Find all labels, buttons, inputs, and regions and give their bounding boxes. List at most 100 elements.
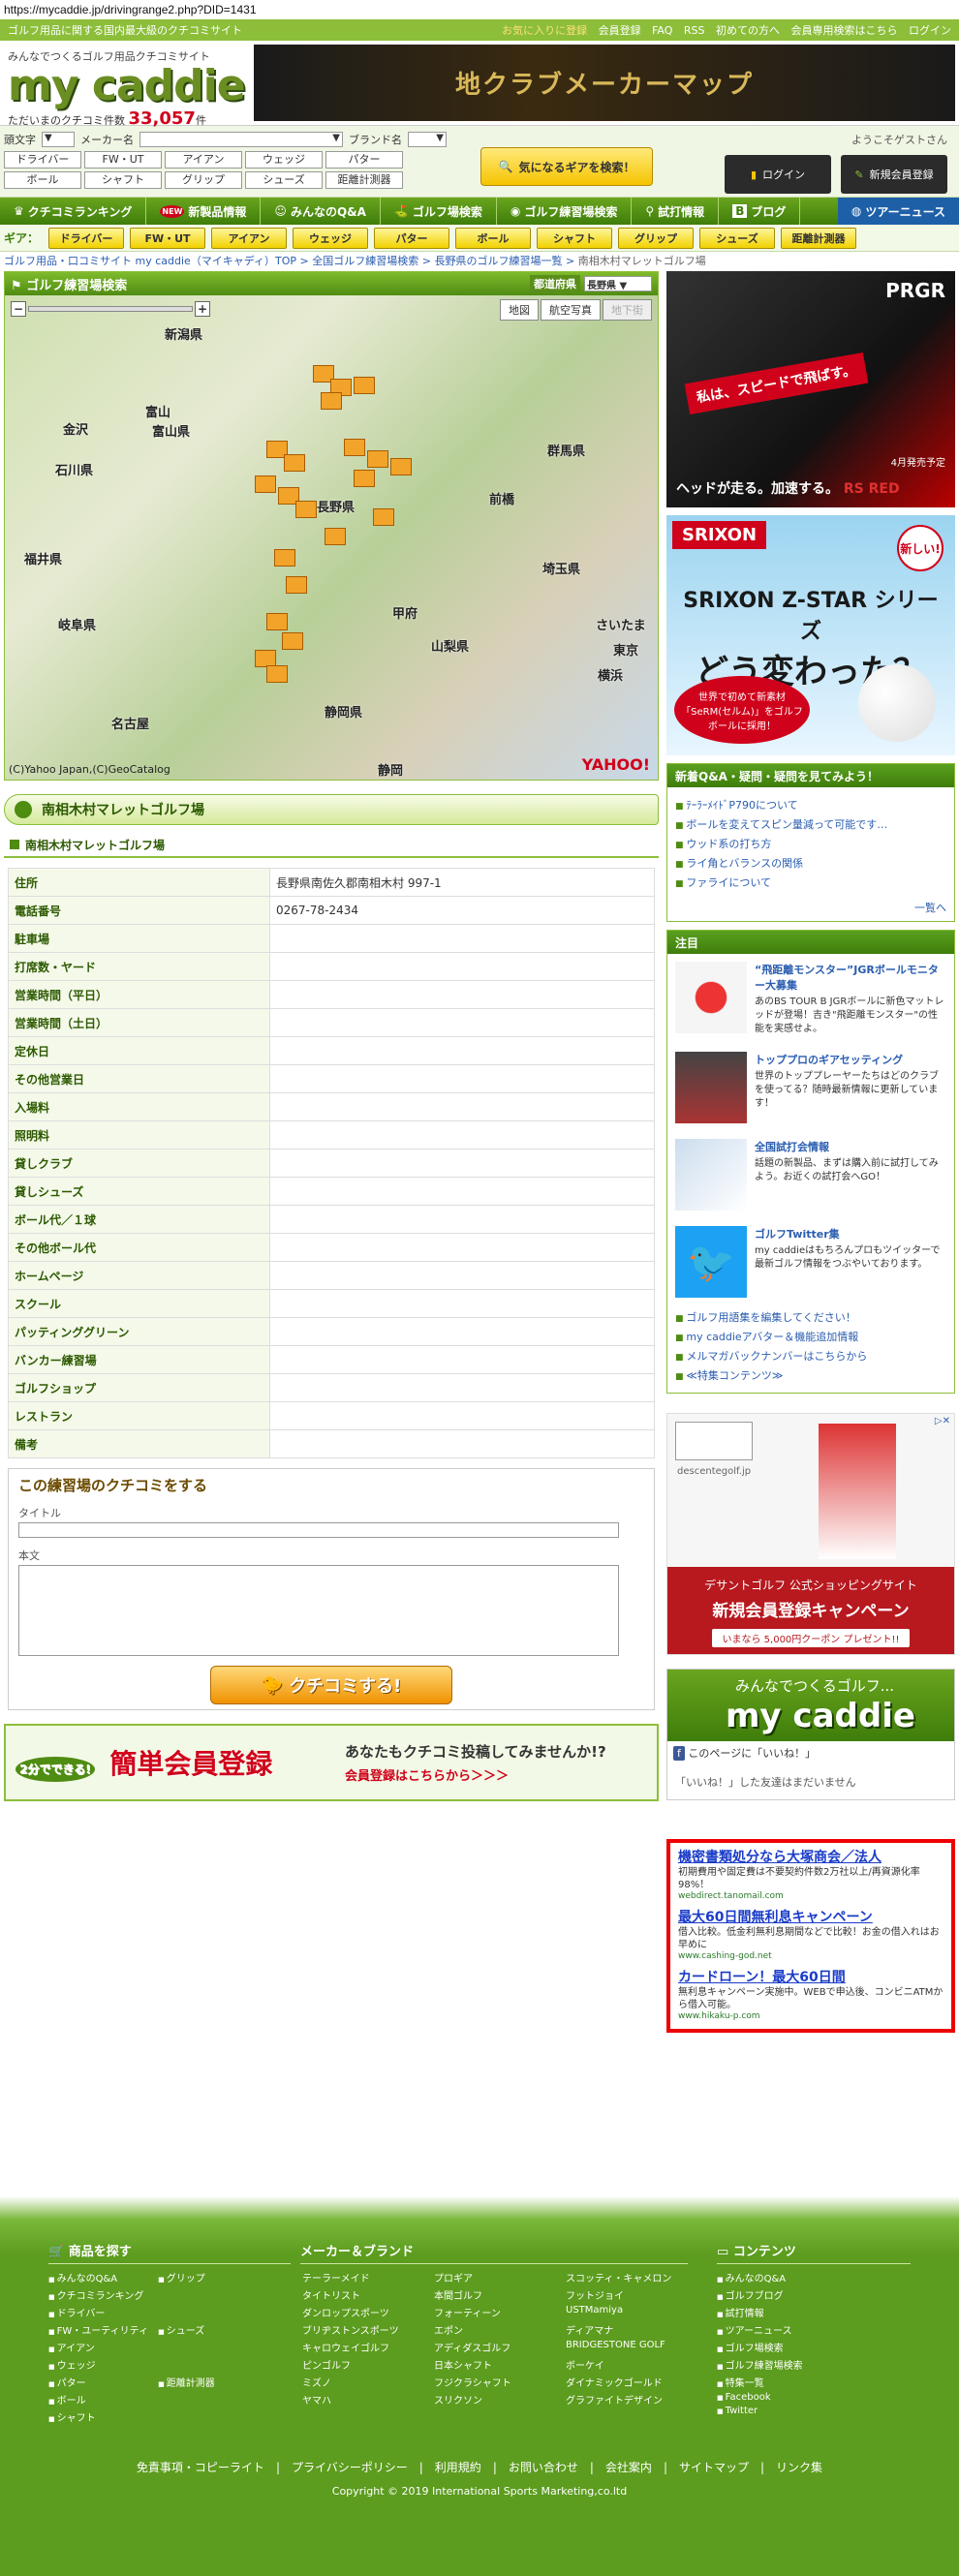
range-pin[interactable]: [354, 377, 375, 394]
qa-item[interactable]: ファライについて: [675, 874, 946, 890]
easy-register-banner[interactable]: 2分でできる! 簡単会員登録 あなたもクチコミ投稿してみませんか!? 会員登録は…: [4, 1724, 659, 1801]
footer-link[interactable]: Twitter: [717, 2406, 911, 2416]
footer-brand-link[interactable]: 本間ゴルフ: [432, 2287, 556, 2302]
text-ad[interactable]: 機密書類処分なら大塚商会／法人 初期費用や固定費は不要契約件数2万社以上/再資源化…: [678, 1847, 944, 1901]
search-ball[interactable]: ボール: [4, 171, 81, 189]
nav-new-products[interactable]: NEW 新製品情報: [146, 198, 262, 225]
nav-ranking[interactable]: ♛ クチコミランキング: [0, 198, 147, 225]
ad-choices-icon[interactable]: ▷✕: [935, 1416, 950, 1426]
footer-link[interactable]: Facebook: [717, 2392, 911, 2403]
member-search-link[interactable]: 会員専用検索はこちら: [791, 24, 898, 37]
nav-course-search[interactable]: ⛳ ゴルフ場検索: [381, 198, 497, 225]
gear-ball[interactable]: ボール: [455, 227, 532, 249]
footer-brand-link[interactable]: ダイナミックゴールド: [564, 2375, 688, 2389]
footer-link[interactable]: ゴルフ場検索: [717, 2340, 911, 2354]
footer-link[interactable]: FW・ユーティリティ: [48, 2322, 148, 2337]
nav-qa[interactable]: ☺ みんなのQ&A: [261, 198, 381, 225]
range-pin[interactable]: [321, 392, 342, 410]
map-canvas[interactable]: − + 地図 航空写真 地下街 新潟県 富山 富山県 金沢 石川県 長野県 前橋…: [5, 295, 658, 780]
range-pin[interactable]: [266, 613, 288, 630]
footer-link[interactable]: ウェッジ: [48, 2357, 148, 2372]
footer-link[interactable]: 試打情報: [717, 2305, 911, 2319]
footer-link[interactable]: ゴルフブログ: [717, 2287, 911, 2302]
coupon-button[interactable]: いまなら 5,000円クーポン プレゼント!!: [712, 1629, 910, 1647]
footer-link[interactable]: ゴルフ練習場検索: [717, 2357, 911, 2372]
footer-link[interactable]: みんなのQ&A: [717, 2270, 911, 2285]
footer-brand-link[interactable]: フットジョイ: [564, 2287, 688, 2302]
qa-item[interactable]: ﾃｰﾗｰﾒｲﾄﾞP790について: [675, 797, 946, 813]
range-pin[interactable]: [255, 475, 276, 493]
srixon-ad[interactable]: SRIXON 新しい! SRIXON Z-STAR シリーズ どう変わった？ 世…: [666, 515, 955, 755]
footer-link[interactable]: パター: [48, 2375, 148, 2389]
footer-brand-link[interactable]: テーラーメイド: [300, 2270, 424, 2285]
footer-link[interactable]: ボール: [48, 2392, 148, 2407]
qa-item[interactable]: ライ角とバランスの関係: [675, 855, 946, 871]
footer-brand-link[interactable]: スコッティ・キャメロン: [564, 2270, 688, 2285]
gear-fw-ut[interactable]: FW・UT: [130, 227, 206, 249]
footer-brand-link[interactable]: エポン: [432, 2322, 556, 2337]
gear-grip[interactable]: グリップ: [618, 227, 695, 249]
prgr-ad[interactable]: PRGR 私は、スピードで飛ばす。 4月発売予定 ヘッドが走る。加速する。 RS…: [666, 271, 955, 507]
gear-iron[interactable]: アイアン: [211, 227, 288, 249]
review-submit-button[interactable]: 🐤 クチコミする!: [210, 1666, 452, 1704]
nav-trial[interactable]: ⚲ 試打情報: [632, 198, 720, 225]
zoom-slider[interactable]: [28, 306, 193, 312]
nav-blog[interactable]: B ブログ: [719, 198, 801, 225]
first-time-link[interactable]: 初めての方へ: [716, 24, 780, 37]
gear-shoes[interactable]: シューズ: [699, 227, 776, 249]
footer-link[interactable]: シャフト: [48, 2409, 148, 2424]
footer-brand-link[interactable]: アディダスゴルフ: [432, 2340, 556, 2354]
gear-wedge[interactable]: ウェッジ: [293, 227, 369, 249]
footer-brand-link[interactable]: ダンロップスポーツ: [300, 2305, 424, 2319]
rss-link[interactable]: RSS: [684, 24, 705, 37]
range-pin[interactable]: [286, 576, 307, 594]
footer-brand-link[interactable]: USTMamiya: [564, 2305, 688, 2319]
footer-link[interactable]: みんなのQ&A: [48, 2270, 148, 2285]
notice-item[interactable]: トッププロのギアセッティング 世界のトッププレーヤーたちはどのクラブを使ってる？随…: [667, 1044, 954, 1131]
search-driver[interactable]: ドライバー: [4, 151, 81, 169]
notice-link[interactable]: ≪特集コンテンツ≫: [675, 1367, 946, 1383]
nav-range-search[interactable]: ◉ ゴルフ練習場検索: [497, 198, 633, 225]
search-iron[interactable]: アイアン: [165, 151, 242, 169]
range-pin[interactable]: [295, 501, 317, 518]
range-pin[interactable]: [390, 458, 412, 475]
footer-brand-link[interactable]: フジクラシャフト: [432, 2375, 556, 2389]
footer-bottom-link[interactable]: リンク集: [776, 2461, 822, 2474]
zoom-out-button[interactable]: −: [11, 301, 26, 317]
qa-item[interactable]: ボールを変えてスピン量減って可能です…: [675, 816, 946, 832]
search-grip[interactable]: グリップ: [165, 171, 242, 189]
footer-brand-link[interactable]: ピンゴルフ: [300, 2357, 424, 2372]
search-fw-ut[interactable]: FW・UT: [84, 151, 162, 169]
notice-link[interactable]: メルマガバックナンバーはこちらから: [675, 1348, 946, 1364]
range-pin[interactable]: [274, 549, 295, 567]
footer-brand-link[interactable]: ミズノ: [300, 2375, 424, 2389]
pref-select[interactable]: 長野県 ▼: [584, 276, 652, 291]
zoom-in-button[interactable]: +: [195, 301, 210, 317]
footer-link[interactable]: アイアン: [48, 2340, 148, 2354]
range-pin[interactable]: [354, 470, 375, 487]
footer-brand-link[interactable]: スリクソン: [432, 2392, 556, 2407]
footer-brand-link[interactable]: プロギア: [432, 2270, 556, 2285]
footer-link[interactable]: ドライバー: [48, 2305, 148, 2319]
gear-rangefinder[interactable]: 距離計測器: [781, 227, 857, 249]
initial-select[interactable]: ▼: [42, 132, 75, 147]
footer-brand-link[interactable]: タイトリスト: [300, 2287, 424, 2302]
nav-tour-news[interactable]: ◍ ツアーニュース: [837, 198, 959, 225]
brand-select[interactable]: ▼: [408, 132, 447, 147]
footer-brand-link[interactable]: ボーケイ: [564, 2357, 688, 2372]
crumb-pref-list[interactable]: 長野県のゴルフ練習場一覧: [434, 255, 562, 267]
footer-brand-link[interactable]: BRIDGESTONE GOLF: [564, 2340, 688, 2354]
maker-map-banner[interactable]: 地クラブメーカーマップ: [254, 45, 955, 121]
footer-bottom-link[interactable]: サイトマップ: [679, 2461, 749, 2474]
gear-putter[interactable]: パター: [374, 227, 450, 249]
notice-item[interactable]: “飛距離モンスター”JGRボールモニター大募集 あのBS TOUR B JGRボー…: [667, 954, 954, 1044]
footer-brand-link[interactable]: ヤマハ: [300, 2392, 424, 2407]
range-pin[interactable]: [266, 665, 288, 683]
footer-brand-link[interactable]: フォーティーン: [432, 2305, 556, 2319]
search-putter[interactable]: パター: [325, 151, 403, 169]
url-bar[interactable]: https://mycaddie.jp/drivingrange2.php?DI…: [0, 0, 959, 19]
footer-bottom-link[interactable]: プライバシーポリシー: [292, 2461, 408, 2474]
qa-more-link[interactable]: 一覧へ: [667, 900, 954, 921]
range-pin[interactable]: [344, 439, 365, 456]
range-pin[interactable]: [373, 508, 394, 526]
